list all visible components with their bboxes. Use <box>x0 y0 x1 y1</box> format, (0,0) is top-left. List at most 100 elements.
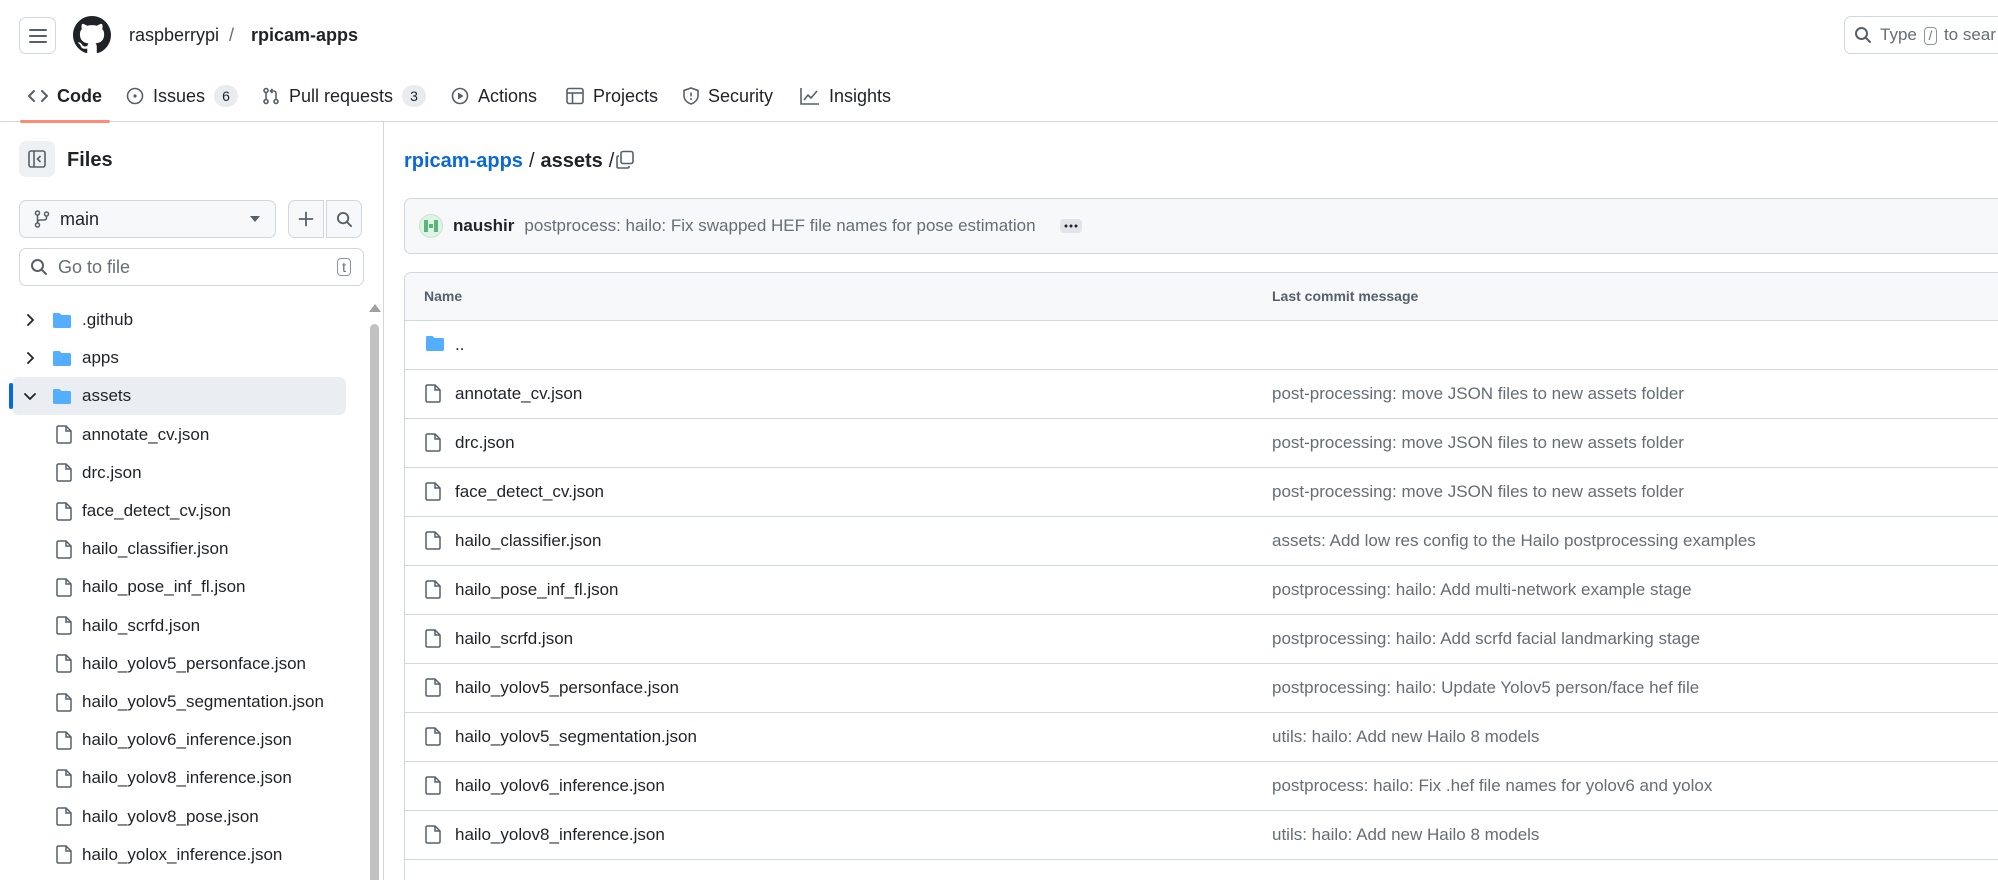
commit-author[interactable]: naushir <box>453 216 514 236</box>
tree-item-label: apps <box>82 348 119 368</box>
chevron-right-icon[interactable] <box>20 314 40 326</box>
file-name-link[interactable]: hailo_pose_inf_fl.json <box>455 580 619 600</box>
path-separator: / <box>528 150 535 172</box>
tab-code[interactable]: Code <box>20 70 110 123</box>
tab-projects-label: Projects <box>593 85 659 106</box>
table-row[interactable]: annotate_cv.json post-processing: move JS… <box>405 370 1998 419</box>
repo-link[interactable]: rpicam-apps <box>251 24 358 46</box>
file-commit-message-link[interactable]: postprocess: hailo: Fix .hef file names … <box>1272 776 1712 796</box>
tree-file-item[interactable]: hailo_yolov8_pose.json <box>12 798 346 836</box>
code-icon <box>28 90 48 102</box>
file-name-link[interactable]: hailo_yolov8_inference.json <box>455 825 665 845</box>
sidebar-collapse-icon <box>28 150 46 168</box>
tree-file-item[interactable]: face_detect_cv.json <box>12 492 346 530</box>
file-commit-message-link[interactable]: post-processing: move JSON files to new … <box>1272 384 1684 404</box>
file-name-link[interactable]: hailo_classifier.json <box>455 531 601 551</box>
chevron-down-icon[interactable] <box>20 391 40 401</box>
github-logo-icon[interactable] <box>73 16 111 54</box>
collapse-sidebar-button[interactable] <box>19 141 55 177</box>
tree-file-item[interactable]: hailo_yolox_inference.json <box>12 836 346 874</box>
table-row[interactable]: hailo_yolov5_segmentation.json utils: hai… <box>405 713 1998 762</box>
file-commit-message-link[interactable]: post-processing: move JSON files to new … <box>1272 482 1684 502</box>
sidebar-title: Files <box>67 149 113 171</box>
tree-file-item[interactable]: hailo_yolov5_personface.json <box>12 645 346 683</box>
search-icon <box>31 259 47 275</box>
tree-file-item[interactable]: hailo_scrfd.json <box>12 607 346 645</box>
go-to-file-field[interactable]: t <box>19 248 364 286</box>
menu-button[interactable] <box>19 17 56 54</box>
tab-pull-requests[interactable]: Pull requests 3 <box>262 70 427 122</box>
table-row[interactable]: drc.json post-processing: move JSON files… <box>405 419 1998 468</box>
file-name-link[interactable]: face_detect_cv.json <box>455 482 604 502</box>
table-row[interactable]: face_detect_cv.json post-processing: move… <box>405 468 1998 517</box>
chevron-right-icon[interactable] <box>20 352 40 365</box>
tree-file-item[interactable]: hailo_yolov8_inference.json <box>12 759 346 797</box>
go-to-file-input[interactable] <box>58 256 326 278</box>
tab-issues[interactable]: Issues 6 <box>126 70 239 122</box>
plus-icon <box>298 211 314 227</box>
file-commit-message-link[interactable]: assets: Add low res config to the Hailo … <box>1272 531 1756 551</box>
search-files-button[interactable] <box>326 200 362 238</box>
sidebar-scrollbar[interactable] <box>368 304 381 880</box>
tab-actions[interactable]: Actions <box>451 70 537 122</box>
copy-path-button[interactable] <box>612 147 638 173</box>
file-icon <box>56 845 72 865</box>
file-commit-message-link[interactable]: postprocessing: hailo: Add scrfd facial … <box>1272 629 1700 649</box>
file-commit-message-link[interactable]: utils: hailo: Add new Hailo 8 models <box>1272 825 1539 845</box>
tree-folder-item[interactable]: .github <box>12 301 346 339</box>
table-row[interactable]: hailo_yolov8_inference.json utils: hailo:… <box>405 811 1998 860</box>
table-row[interactable]: hailo_yolov6_inference.json postprocess: … <box>405 762 1998 811</box>
tree-file-item[interactable]: drc.json <box>12 454 346 492</box>
scrollbar-thumb[interactable] <box>370 324 379 880</box>
tab-security[interactable]: Security <box>683 70 773 122</box>
tree-item-label: hailo_pose_inf_fl.json <box>82 577 246 597</box>
table-row[interactable]: hailo_yolov5_personface.json postprocessi… <box>405 664 1998 713</box>
tab-code-label: Code <box>57 85 102 106</box>
file-icon <box>56 539 72 559</box>
add-file-button[interactable] <box>288 200 324 238</box>
file-name-link[interactable]: hailo_yolov6_inference.json <box>455 776 665 796</box>
scroll-up-arrow-icon[interactable] <box>369 304 381 312</box>
parent-directory-link[interactable]: .. <box>455 335 464 355</box>
search-icon <box>336 211 352 227</box>
expand-commit-button[interactable] <box>1059 219 1082 233</box>
parent-directory-row[interactable]: .. <box>405 321 1998 370</box>
path-repo-link[interactable]: rpicam-apps <box>404 150 523 173</box>
commit-message[interactable]: postprocess: hailo: Fix swapped HEF file… <box>524 216 1035 236</box>
shield-icon <box>683 87 699 105</box>
avatar[interactable] <box>419 214 443 238</box>
global-search-input[interactable]: Type / to sear <box>1844 16 1998 54</box>
pull-requests-count-badge: 3 <box>402 85 427 107</box>
file-icon <box>425 629 441 648</box>
file-name-link[interactable]: hailo_yolov5_segmentation.json <box>455 727 697 747</box>
table-row[interactable]: hailo_scrfd.json postprocessing: hailo: A… <box>405 615 1998 664</box>
tree-folder-item[interactable]: apps <box>12 339 346 377</box>
tree-file-item[interactable]: hailo_pose_inf_fl.json <box>12 568 346 606</box>
branch-selector[interactable]: main <box>19 200 276 238</box>
file-commit-message-link[interactable]: postprocessing: hailo: Add multi-network… <box>1272 580 1692 600</box>
file-commit-message-link[interactable]: post-processing: move JSON files to new … <box>1272 433 1684 453</box>
tab-projects[interactable]: Projects <box>566 70 658 122</box>
tree-file-item[interactable]: hailo_yolov6_inference.json <box>12 721 346 759</box>
table-row[interactable]: hailo_classifier.json assets: Add low res… <box>405 517 1998 566</box>
file-name-link[interactable]: annotate_cv.json <box>455 384 582 404</box>
hamburger-icon <box>28 28 47 43</box>
tab-insights[interactable]: Insights <box>800 70 891 122</box>
owner-link[interactable]: raspberrypi <box>129 24 219 46</box>
file-icon <box>425 482 441 501</box>
file-icon <box>425 531 441 550</box>
file-commit-message-link[interactable]: utils: hailo: Add new Hailo 8 models <box>1272 727 1539 747</box>
file-commit-message-link[interactable]: postprocessing: hailo: Update Yolov5 per… <box>1272 678 1699 698</box>
caret-down-icon <box>250 216 260 222</box>
tree-file-item[interactable]: hailo_classifier.json <box>12 530 346 568</box>
tree-file-item[interactable]: hailo_yolov5_segmentation.json <box>12 683 346 721</box>
file-icon <box>56 616 72 635</box>
file-name-link[interactable]: drc.json <box>455 433 515 453</box>
file-name-link[interactable]: hailo_scrfd.json <box>455 629 573 649</box>
tree-file-item[interactable]: annotate_cv.json <box>12 416 346 454</box>
table-row[interactable]: hailo_pose_inf_fl.json postprocessing: ha… <box>405 566 1998 615</box>
file-icon <box>56 692 72 712</box>
tree-folder-item[interactable]: assets <box>9 377 346 416</box>
file-name-link[interactable]: hailo_yolov5_personface.json <box>455 678 679 698</box>
file-icon <box>425 433 441 452</box>
